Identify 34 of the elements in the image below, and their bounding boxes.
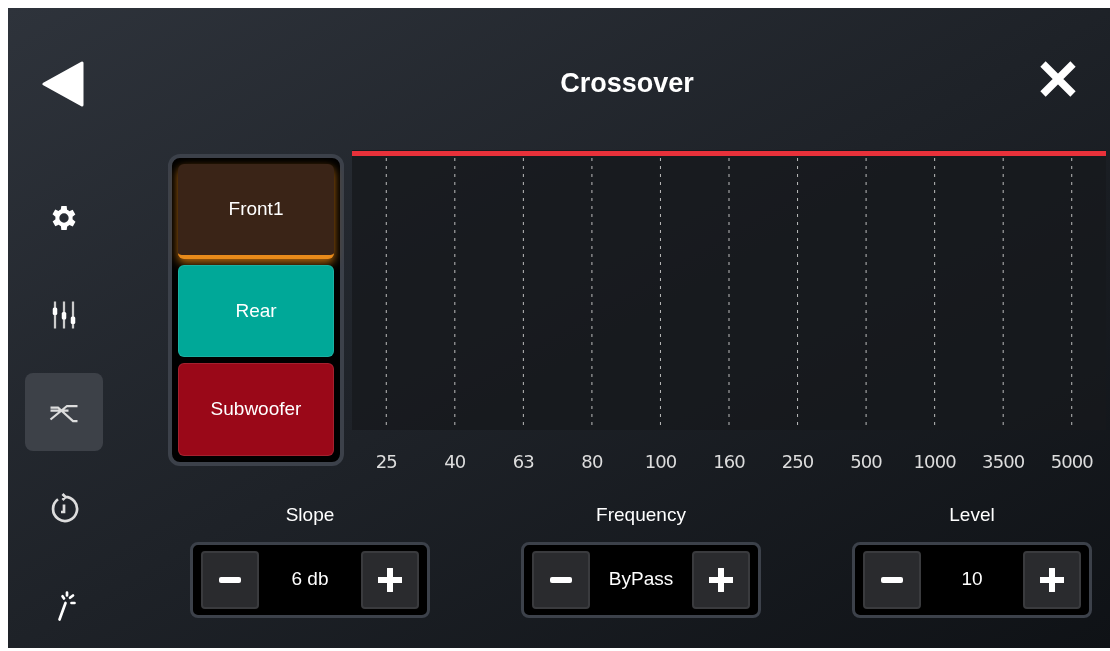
decrease-button[interactable] <box>201 550 259 609</box>
frequency-label: 5000 <box>1049 450 1094 474</box>
frequency-label: 63 <box>511 450 535 474</box>
control-value: 10 <box>961 567 983 592</box>
control-value: ByPass <box>608 567 674 592</box>
channel-button[interactable]: Front1 <box>178 164 334 259</box>
plus-icon <box>1040 567 1064 592</box>
frequency-label: 250 <box>780 450 815 474</box>
frequency-label: 160 <box>712 450 746 474</box>
control-label: Level <box>949 503 995 527</box>
close-icon <box>1038 59 1078 99</box>
back-triangle-icon <box>42 60 86 108</box>
minus-icon <box>881 576 903 583</box>
frequency-label: 500 <box>849 450 883 474</box>
control-label: Slope <box>285 503 335 527</box>
minus-icon <box>550 576 572 583</box>
frequency-label: 3500 <box>981 450 1026 474</box>
page-title: Crossover <box>560 67 694 100</box>
control-value: 6 db <box>291 567 329 592</box>
channel-button[interactable]: Subwoofer <box>178 363 334 456</box>
increase-button[interactable] <box>361 550 419 609</box>
frequency-label: 25 <box>374 450 398 474</box>
decrease-button[interactable] <box>532 550 590 609</box>
increase-button[interactable] <box>692 550 750 609</box>
frequency-label: 100 <box>643 450 678 474</box>
frequency-label: 1000 <box>912 450 957 474</box>
decrease-button[interactable] <box>863 550 921 609</box>
plus-icon <box>378 567 402 592</box>
increase-button[interactable] <box>1023 550 1081 609</box>
control-label: Frequency <box>596 503 686 527</box>
minus-icon <box>219 576 241 583</box>
frequency-label: 80 <box>580 450 604 474</box>
frequency-label: 40 <box>443 450 467 474</box>
plus-icon <box>709 567 733 592</box>
